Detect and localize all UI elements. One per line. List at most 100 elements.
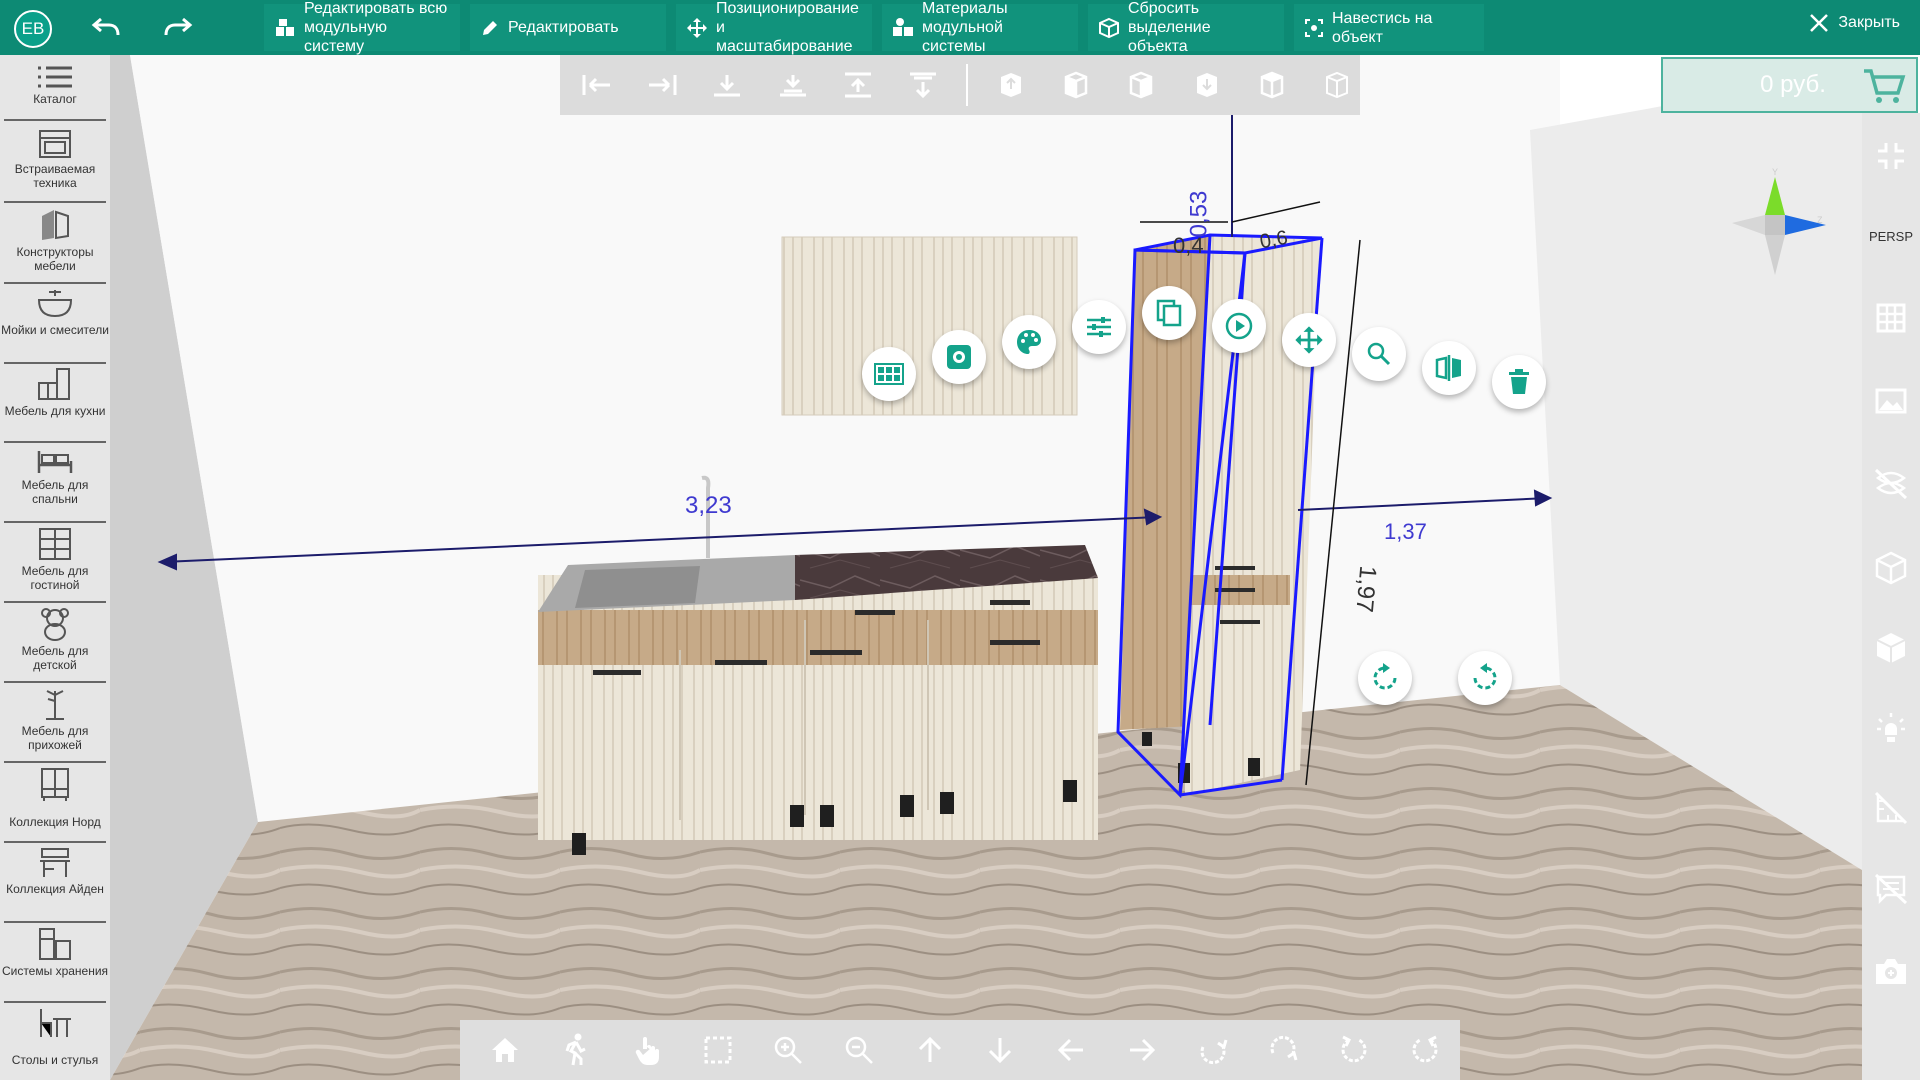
rotate-right-button[interactable] xyxy=(1358,651,1412,705)
palette-button[interactable] xyxy=(1002,315,1056,369)
copy-icon xyxy=(1156,299,1182,327)
walk-icon[interactable] xyxy=(541,1020,612,1080)
sidebar-item-tables-chairs[interactable]: Столы и стулья xyxy=(0,1007,110,1077)
3d-viewport[interactable]: 3,23 0,53 0,4 0,6 1,37 1,97 Y Z xyxy=(110,55,1862,1080)
svg-text:Y: Y xyxy=(1772,167,1778,177)
reset-selection-label: Сбросить выделение объекта xyxy=(1128,0,1211,55)
cube-right-icon[interactable] xyxy=(1119,62,1164,108)
zoom-out-icon[interactable] xyxy=(824,1020,895,1080)
materials-icon xyxy=(893,17,913,36)
focus-object-label: Навестись на объект xyxy=(1332,9,1433,46)
comments-off-icon[interactable] xyxy=(1862,873,1920,905)
cube-outline-icon[interactable] xyxy=(1862,551,1920,585)
cube-down-icon[interactable] xyxy=(1184,62,1229,108)
arrow-down-icon[interactable] xyxy=(965,1020,1036,1080)
focus-object-button[interactable]: Навестись на объект xyxy=(1294,4,1484,51)
positioning-scaling-button[interactable]: Позиционирование и масштабирование xyxy=(676,0,872,55)
cube-left-icon[interactable] xyxy=(1053,62,1098,108)
sidebar-item-furniture-builders[interactable]: Конструкторы мебели xyxy=(0,208,110,284)
align-left-icon[interactable] xyxy=(574,62,619,108)
collapse-icon[interactable] xyxy=(1862,141,1920,171)
room-scene xyxy=(110,55,1862,1080)
trash-icon xyxy=(1509,369,1529,394)
adjust-button[interactable] xyxy=(1072,300,1126,354)
sidebar-item-appliances[interactable]: Встраиваемая техника xyxy=(0,129,110,203)
perspective-toggle[interactable]: PERSP xyxy=(1862,229,1920,244)
delete-button[interactable] xyxy=(1492,355,1546,409)
sidebar-item-hallway[interactable]: Мебель для прихожей xyxy=(0,687,110,763)
animate-button[interactable] xyxy=(1212,299,1266,353)
modular-materials-button[interactable]: Материалы модульной системы xyxy=(882,0,1078,55)
zoom-in-icon[interactable] xyxy=(753,1020,824,1080)
move-object-button[interactable] xyxy=(1282,313,1336,367)
align-bottom-icon[interactable] xyxy=(705,62,750,108)
move-icon xyxy=(1295,326,1323,354)
cabinet-icon xyxy=(41,768,69,801)
mirror-button[interactable] xyxy=(1422,341,1476,395)
sidebar-item-label: Мебель для спальни xyxy=(21,478,89,506)
close-button[interactable]: Закрыть xyxy=(1808,12,1900,34)
edit-modular-system-label: Редактировать всю модульную систему xyxy=(304,0,448,55)
grid-icon[interactable] xyxy=(1862,303,1920,333)
dimensions-off-icon[interactable] xyxy=(1862,791,1920,825)
align-ceiling-icon[interactable] xyxy=(901,62,946,108)
image-icon[interactable] xyxy=(1862,388,1920,414)
edit-button[interactable]: Редактировать xyxy=(470,4,666,51)
sidebar-item-label: Мойки и смесители xyxy=(1,323,109,337)
texture-off-icon[interactable] xyxy=(1862,468,1920,500)
align-top-icon[interactable] xyxy=(835,62,880,108)
edit-modular-system-button[interactable]: Редактировать всю модульную систему xyxy=(264,0,460,55)
dimension-distance: 1,37 xyxy=(1384,519,1427,544)
modular-materials-label: Материалы модульной системы xyxy=(922,0,1008,55)
dimension-height: 1,97 xyxy=(1350,564,1382,614)
sidebar-item-nord-collection[interactable]: Коллекция Норд xyxy=(0,767,110,843)
sidebar-item-bedroom[interactable]: Мебель для спальни xyxy=(0,447,110,523)
rotate-cw-icon[interactable] xyxy=(1389,1020,1460,1080)
home-icon[interactable] xyxy=(470,1020,541,1080)
user-avatar[interactable]: ЕВ xyxy=(14,10,52,48)
coat-rack-icon xyxy=(46,690,64,720)
axis-gizmo[interactable]: Y Z xyxy=(1720,165,1830,305)
dimension-width: 0,6 xyxy=(1258,226,1290,254)
close-label: Закрыть xyxy=(1838,14,1900,31)
light-icon[interactable] xyxy=(1862,711,1920,745)
sidebar-item-living-room[interactable]: Мебель для гостиной xyxy=(0,527,110,603)
fill-button[interactable] xyxy=(862,347,916,401)
mirror-icon xyxy=(1435,355,1461,381)
reset-selection-button[interactable]: Сбросить выделение объекта xyxy=(1088,0,1284,55)
cube-wireframe-icon[interactable] xyxy=(1315,62,1360,108)
orbit-up-icon[interactable] xyxy=(1248,1020,1319,1080)
oven-icon xyxy=(39,130,71,158)
arrow-up-icon[interactable] xyxy=(894,1020,965,1080)
sidebar-item-aiden-collection[interactable]: Коллекция Айден xyxy=(0,847,110,923)
arrow-left-icon[interactable] xyxy=(1036,1020,1107,1080)
sidebar-item-sinks[interactable]: Мойки и смесители xyxy=(0,288,110,364)
rotate-left-button[interactable] xyxy=(1458,651,1512,705)
settings-button[interactable] xyxy=(932,330,986,384)
orbit-down-icon[interactable] xyxy=(1177,1020,1248,1080)
catalog-sidebar: Каталог Встраиваемая техника Конструктор… xyxy=(0,55,110,1080)
alignment-toolbar xyxy=(560,55,1360,115)
pencil-icon xyxy=(483,20,497,35)
sidebar-item-catalog[interactable]: Каталог xyxy=(0,65,110,121)
camera-icon[interactable] xyxy=(1862,956,1920,986)
sidebar-item-storage[interactable]: Системы хранения xyxy=(0,927,110,1003)
price-cart[interactable]: 0 руб. xyxy=(1661,57,1918,113)
modular-system-edit-icon xyxy=(276,18,294,36)
select-area-icon[interactable] xyxy=(682,1020,753,1080)
rotate-ccw-icon[interactable] xyxy=(1319,1020,1390,1080)
touch-icon[interactable] xyxy=(611,1020,682,1080)
sidebar-item-kitchen[interactable]: Мебель для кухни xyxy=(0,367,110,443)
undo-icon[interactable] xyxy=(86,12,126,42)
align-floor-icon[interactable] xyxy=(770,62,815,108)
zoom-object-button[interactable] xyxy=(1352,327,1406,381)
cube-top-icon[interactable] xyxy=(1249,62,1294,108)
arrow-right-icon[interactable] xyxy=(1106,1020,1177,1080)
copy-button[interactable] xyxy=(1142,286,1196,340)
cube-front-icon[interactable] xyxy=(988,62,1033,108)
cube-solid-icon[interactable] xyxy=(1862,631,1920,665)
align-right-icon[interactable] xyxy=(639,62,684,108)
sidebar-item-kids-room[interactable]: Мебель для детской xyxy=(0,607,110,683)
redo-icon[interactable] xyxy=(158,12,198,42)
dimension-height-top: 0,53 xyxy=(1185,190,1213,238)
